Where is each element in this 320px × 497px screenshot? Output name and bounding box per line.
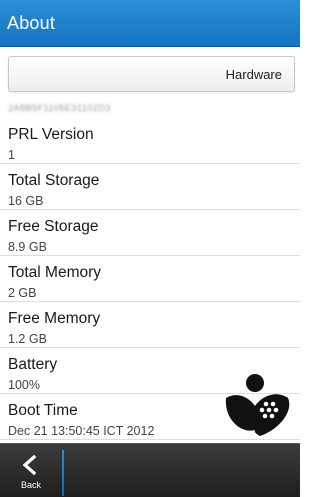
info-label: Boot Time: [8, 402, 78, 419]
info-row-total-storage: Total Storage 16 GB: [0, 164, 300, 210]
chevron-left-icon: [22, 454, 37, 476]
info-row-free-memory: Free Memory 1.2 GB: [0, 302, 300, 348]
info-label: PRL Version: [8, 126, 94, 143]
info-value: 1.2 GB: [8, 332, 47, 346]
info-label: Total Memory: [8, 264, 102, 281]
info-row-total-memory: Total Memory 2 GB: [0, 256, 300, 302]
back-button[interactable]: Back: [0, 444, 62, 497]
info-value: 16 GB: [8, 194, 44, 208]
info-value: Dec 21 13:50:45 ICT 2012: [8, 424, 155, 438]
page-title: About: [7, 13, 56, 33]
title-bar: About: [0, 0, 300, 47]
info-label: Total Storage: [8, 172, 100, 189]
info-row-prl-version: PRL Version 1: [0, 118, 300, 164]
device-id-blurred: 2A8B5F1105E31102D3: [8, 103, 111, 113]
info-value: 8.9 GB: [8, 240, 47, 254]
action-bar: Back: [0, 443, 300, 497]
info-label: Free Memory: [8, 310, 101, 327]
info-value: 2 GB: [8, 286, 37, 300]
info-row-free-storage: Free Storage 8.9 GB: [0, 210, 300, 256]
back-label: Back: [20, 480, 41, 490]
info-value: 1: [8, 148, 15, 162]
info-label: Battery: [8, 356, 58, 373]
blackberry-logo-icon: [225, 374, 290, 436]
category-dropdown[interactable]: Hardware: [8, 56, 295, 92]
info-label: Free Storage: [8, 218, 99, 235]
info-value: 100%: [8, 378, 40, 392]
action-bar-divider: [62, 450, 64, 496]
dropdown-selected-value: Hardware: [225, 67, 282, 82]
